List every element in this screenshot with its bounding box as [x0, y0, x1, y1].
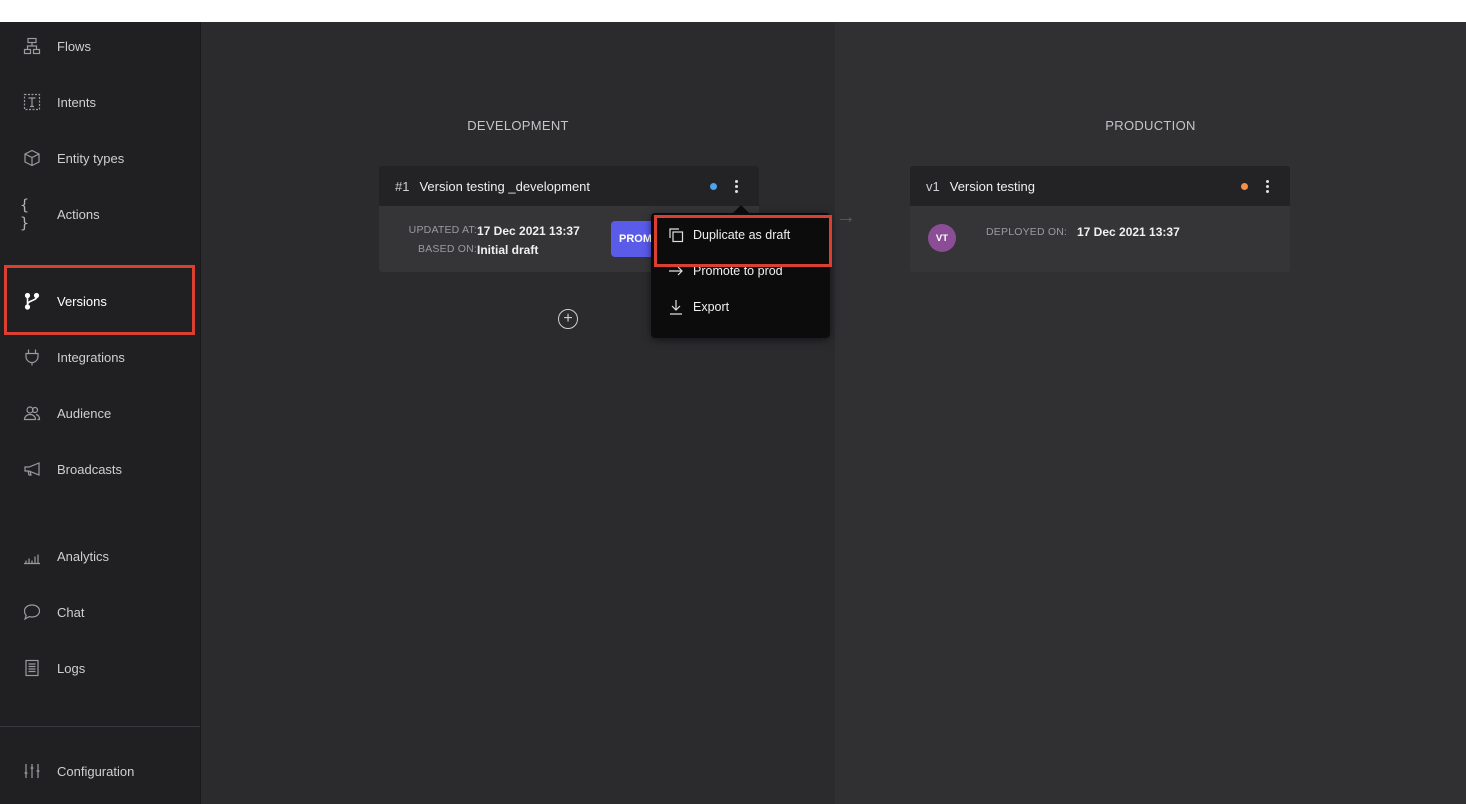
- arrow-right-icon: →: [836, 206, 856, 228]
- intents-icon: [20, 90, 44, 114]
- menu-item-label: Export: [693, 300, 730, 314]
- more-options-icon[interactable]: [1260, 179, 1274, 193]
- braces-icon: { }: [20, 196, 30, 232]
- sidebar-item-label: Flows: [57, 38, 91, 54]
- bar-chart-icon: [20, 544, 44, 568]
- sidebar-item-chat[interactable]: Chat: [0, 592, 200, 632]
- sidebar-item-flows[interactable]: Flows: [0, 26, 200, 66]
- version-tag: v1: [926, 178, 940, 194]
- sidebar-item-label: Chat: [57, 604, 85, 620]
- sliders-icon: [20, 759, 44, 783]
- sidebar-item-label: Analytics: [57, 548, 110, 564]
- sidebar-item-intents[interactable]: Intents: [0, 82, 200, 122]
- sidebar-divider: [0, 726, 200, 727]
- sidebar-item-label: Audience: [57, 405, 112, 421]
- sidebar: Flows Intents Entity types { } Actions V…: [0, 22, 201, 804]
- sidebar-item-label: Intents: [57, 94, 97, 110]
- sidebar-item-broadcasts[interactable]: Broadcasts: [0, 449, 200, 489]
- version-tag: #1: [395, 178, 410, 194]
- logs-icon: [20, 656, 44, 680]
- chat-bubble-icon: [20, 600, 44, 624]
- sidebar-item-analytics[interactable]: Analytics: [0, 536, 200, 576]
- updated-value: 17 Dec 2021 13:37: [477, 224, 580, 238]
- flows-icon: [20, 34, 44, 58]
- add-version-icon[interactable]: +: [558, 309, 578, 329]
- sidebar-item-integrations[interactable]: Integrations: [0, 337, 200, 377]
- card-header: v1 Version testing: [910, 166, 1290, 206]
- production-version-card[interactable]: v1 Version testing VT DEPLOYED ON: 17 De…: [910, 166, 1290, 272]
- download-icon: [667, 299, 685, 315]
- production-column: PRODUCTION v1 Version testing VT DEPLOYE…: [835, 22, 1466, 804]
- sidebar-item-label: Actions: [57, 206, 100, 222]
- menu-caret: [733, 205, 749, 213]
- duplicate-highlight-box: [654, 215, 832, 267]
- version-name: Version testing: [949, 178, 1036, 194]
- users-icon: [20, 401, 44, 425]
- sidebar-item-label: Broadcasts: [57, 461, 123, 477]
- avatar: VT: [928, 224, 956, 252]
- deployed-value: 17 Dec 2021 13:37: [1077, 225, 1180, 239]
- app-root: Flows Intents Entity types { } Actions V…: [0, 22, 1466, 804]
- sidebar-item-label: Configuration: [57, 763, 135, 779]
- production-title: PRODUCTION: [1105, 118, 1196, 133]
- card-header: #1 Version testing _development: [379, 166, 759, 206]
- versions-highlight-box: [4, 265, 195, 335]
- sidebar-item-label: Logs: [57, 660, 86, 676]
- sidebar-item-configuration[interactable]: Configuration: [0, 751, 200, 791]
- more-options-icon[interactable]: [729, 179, 743, 193]
- development-title: DEVELOPMENT: [467, 118, 569, 133]
- menu-item-export[interactable]: Export: [651, 297, 830, 317]
- sidebar-item-logs[interactable]: Logs: [0, 648, 200, 688]
- deployed-label: DEPLOYED ON:: [986, 226, 1068, 238]
- plug-icon: [20, 345, 44, 369]
- cube-icon: [20, 146, 44, 170]
- updated-label: UPDATED AT:: [408, 224, 477, 236]
- development-column: DEVELOPMENT #1 Version testing _developm…: [201, 22, 835, 804]
- based-label: BASED ON:: [418, 243, 477, 255]
- version-name: Version testing _development: [419, 178, 591, 194]
- based-value: Initial draft: [477, 243, 539, 257]
- sidebar-item-audience[interactable]: Audience: [0, 393, 200, 433]
- megaphone-icon: [20, 457, 44, 481]
- sidebar-item-label: Integrations: [57, 349, 125, 365]
- sidebar-item-actions[interactable]: { } Actions: [0, 194, 200, 234]
- status-dot: [710, 182, 717, 190]
- sidebar-item-entity-types[interactable]: Entity types: [0, 138, 200, 178]
- sidebar-item-label: Entity types: [57, 150, 125, 166]
- status-dot: [1241, 182, 1248, 190]
